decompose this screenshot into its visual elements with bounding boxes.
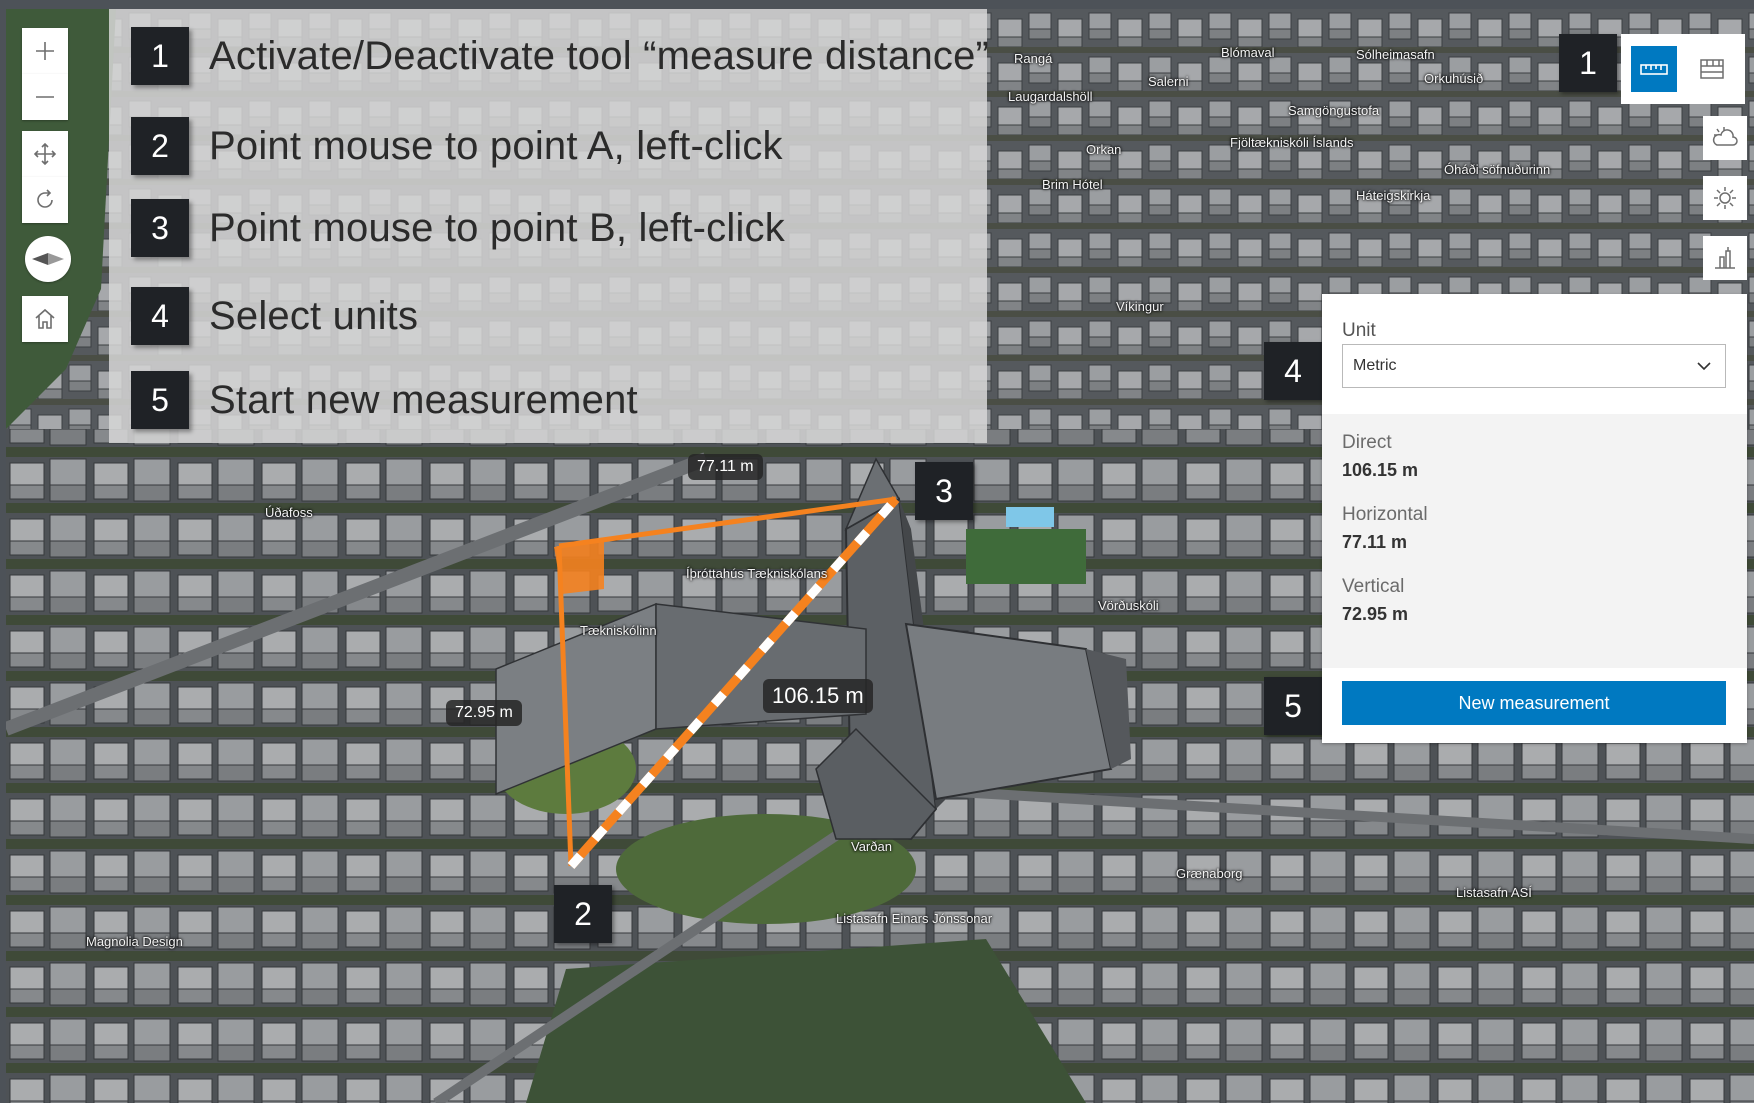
- step-number: 5: [131, 371, 189, 429]
- place-label: Sólheimasafn: [1356, 47, 1435, 62]
- vertical-label: Vertical: [1342, 576, 1405, 597]
- place-label: Varðan: [851, 839, 892, 854]
- home-icon: [35, 308, 55, 329]
- place-label: Orkuhúsið: [1424, 71, 1484, 86]
- instruction-step: 2 Point mouse to point A, left-click: [131, 116, 783, 176]
- weather-icon: [1712, 127, 1738, 146]
- place-label: Magnolia Design: [86, 934, 183, 949]
- rotate-button[interactable]: [22, 177, 68, 223]
- place-label: Háteigskirkja: [1356, 188, 1431, 203]
- place-label: Laugardalshöll: [1008, 89, 1093, 104]
- horizontal-label: Horizontal: [1342, 504, 1428, 525]
- daylight-icon: [1714, 187, 1736, 209]
- compass-button[interactable]: [25, 236, 71, 282]
- zoom-out-button[interactable]: [22, 74, 68, 120]
- weather-button[interactable]: [1703, 116, 1747, 160]
- step-text: Point mouse to point B, left-click: [209, 205, 785, 250]
- vertical-value: 72.95 m: [1342, 604, 1409, 624]
- instructions-overlay: 1 Activate/Deactivate tool “measure dist…: [109, 9, 989, 443]
- step-text: Select units: [209, 293, 419, 338]
- place-label: Listasafn ASÍ: [1456, 885, 1532, 900]
- pan-icon: [33, 142, 57, 166]
- compass-icon: [32, 253, 64, 265]
- direct-label: Direct: [1342, 432, 1392, 453]
- callout-badge-point-a: 2: [554, 885, 612, 943]
- place-label: Úðafoss: [265, 505, 313, 520]
- place-label: Fjöltækniskóli Íslands: [1230, 135, 1354, 150]
- instruction-step: 5 Start new measurement: [131, 370, 638, 430]
- measure-toolbar: [1621, 34, 1745, 104]
- horizontal-distance-label: 77.11 m: [688, 454, 763, 480]
- horizontal-value: 77.11 m: [1342, 532, 1408, 552]
- place-label: Íþróttahús Tækniskólans: [686, 566, 828, 581]
- pan-button[interactable]: [22, 131, 68, 177]
- place-label: Vörðuskóli: [1098, 598, 1159, 613]
- place-label: Rangá: [1014, 51, 1053, 66]
- place-label: Víkingur: [1116, 299, 1164, 314]
- place-label: Óháði söfnuðurinn: [1444, 162, 1551, 177]
- callout-badge-new: 5: [1264, 677, 1322, 735]
- instruction-step: 3 Point mouse to point B, left-click: [131, 198, 785, 258]
- instruction-step: 4 Select units: [131, 286, 418, 346]
- unit-select[interactable]: Metric: [1342, 344, 1726, 388]
- place-label: Listasafn Einars Jónssonar: [836, 911, 993, 926]
- callout-badge-unit: 4: [1264, 342, 1322, 400]
- unit-label: Unit: [1342, 320, 1376, 341]
- step-number: 4: [131, 287, 189, 345]
- direct-distance-label: 106.15 m: [763, 679, 873, 713]
- line-measure-button[interactable]: [1631, 46, 1677, 92]
- chevron-down-icon: [1697, 362, 1711, 371]
- minus-icon: [36, 96, 54, 98]
- step-number: 1: [131, 27, 189, 85]
- callout-badge-toolbar: 1: [1559, 34, 1617, 92]
- zoom-in-button[interactable]: [22, 28, 68, 74]
- daylight-button[interactable]: [1703, 176, 1747, 220]
- elevation-icon: [1715, 247, 1735, 269]
- rotate-icon: [37, 189, 53, 208]
- line-measure-icon: [1640, 64, 1668, 75]
- area-measure-icon: [1700, 59, 1724, 79]
- place-label: Blómaval: [1221, 45, 1275, 60]
- instruction-step: 1 Activate/Deactivate tool “measure dist…: [131, 26, 989, 86]
- callout-badge-point-b: 3: [915, 462, 973, 520]
- home-button[interactable]: [22, 296, 68, 342]
- plus-icon: [36, 42, 54, 60]
- area-measure-button[interactable]: [1689, 46, 1735, 92]
- unit-select-value: Metric: [1353, 357, 1397, 374]
- step-text: Activate/Deactivate tool “measure distan…: [209, 33, 990, 78]
- vertical-distance-label: 72.95 m: [446, 700, 522, 726]
- place-label: Brim Hótel: [1042, 177, 1103, 192]
- new-measurement-button[interactable]: New measurement: [1342, 681, 1726, 725]
- step-number: 2: [131, 117, 189, 175]
- place-label: Samgöngustofa: [1288, 103, 1380, 118]
- elevation-button[interactable]: [1703, 236, 1747, 280]
- step-number: 3: [131, 199, 189, 257]
- place-label: Orkan: [1086, 142, 1122, 157]
- place-label: Salerni: [1148, 74, 1189, 89]
- step-text: Point mouse to point A, left-click: [209, 123, 783, 168]
- measurement-panel: Unit Metric Direct 106.15 m Horizontal 7…: [1322, 294, 1747, 743]
- step-text: Start new measurement: [209, 377, 638, 422]
- place-label: Grænaborg: [1176, 866, 1243, 881]
- direct-value: 106.15 m: [1342, 460, 1419, 480]
- place-label: Tækniskólinn: [580, 623, 657, 638]
- measurement-results: Direct 106.15 m Horizontal 77.11 m Verti…: [1322, 414, 1747, 668]
